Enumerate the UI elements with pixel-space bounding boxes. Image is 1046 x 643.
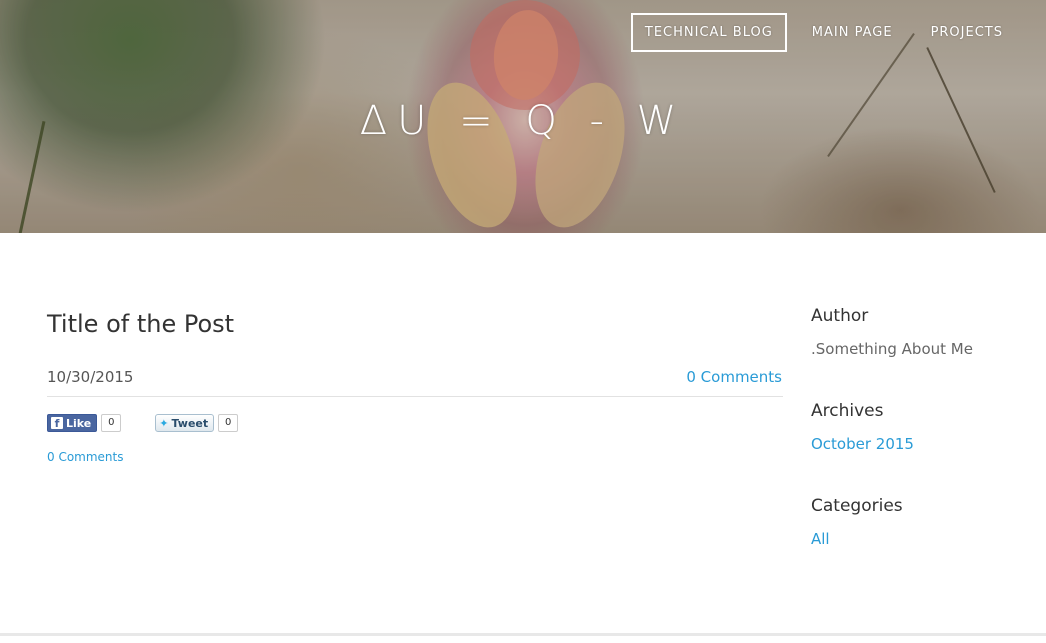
tweet-button[interactable]: ✦ Tweet [155, 414, 215, 432]
post-date: 10/30/2015 [47, 368, 134, 386]
tweet-label: Tweet [171, 416, 209, 430]
post-title[interactable]: Title of the Post [47, 306, 234, 342]
nav-projects[interactable]: PROJECTS [918, 13, 1016, 52]
main-nav: TECHNICAL BLOG MAIN PAGE PROJECTS [630, 13, 1016, 52]
sidebar-category-item[interactable]: All [811, 528, 830, 550]
nav-main-page[interactable]: MAIN PAGE [799, 13, 906, 52]
nav-technical-blog[interactable]: TECHNICAL BLOG [630, 13, 787, 52]
footer-divider [0, 633, 1046, 636]
sidebar-author-text: .Something About Me [811, 340, 973, 358]
sidebar-archive-item[interactable]: October 2015 [811, 433, 914, 455]
facebook-icon: f [51, 417, 63, 430]
twitter-bird-icon: ✦ [159, 416, 169, 430]
social-share-bar: f Like 0 ✦ Tweet 0 [47, 413, 239, 433]
sidebar-archives-heading: Archives [811, 401, 884, 421]
post-divider [47, 396, 783, 397]
facebook-like-button[interactable]: f Like [47, 414, 98, 432]
site-logo[interactable]: ΔU = Q - W [0, 96, 1046, 146]
hero-header: TECHNICAL BLOG MAIN PAGE PROJECTS ΔU = Q… [0, 0, 1046, 233]
post-comments-bottom-link[interactable]: 0 Comments [47, 449, 124, 465]
facebook-like-label: Like [66, 416, 92, 430]
sidebar-author-heading: Author [811, 306, 869, 326]
post-comments-link[interactable]: 0 Comments [686, 366, 782, 388]
facebook-like-count: 0 [101, 414, 122, 432]
sidebar-categories-heading: Categories [811, 496, 903, 516]
tweet-count: 0 [218, 414, 239, 432]
